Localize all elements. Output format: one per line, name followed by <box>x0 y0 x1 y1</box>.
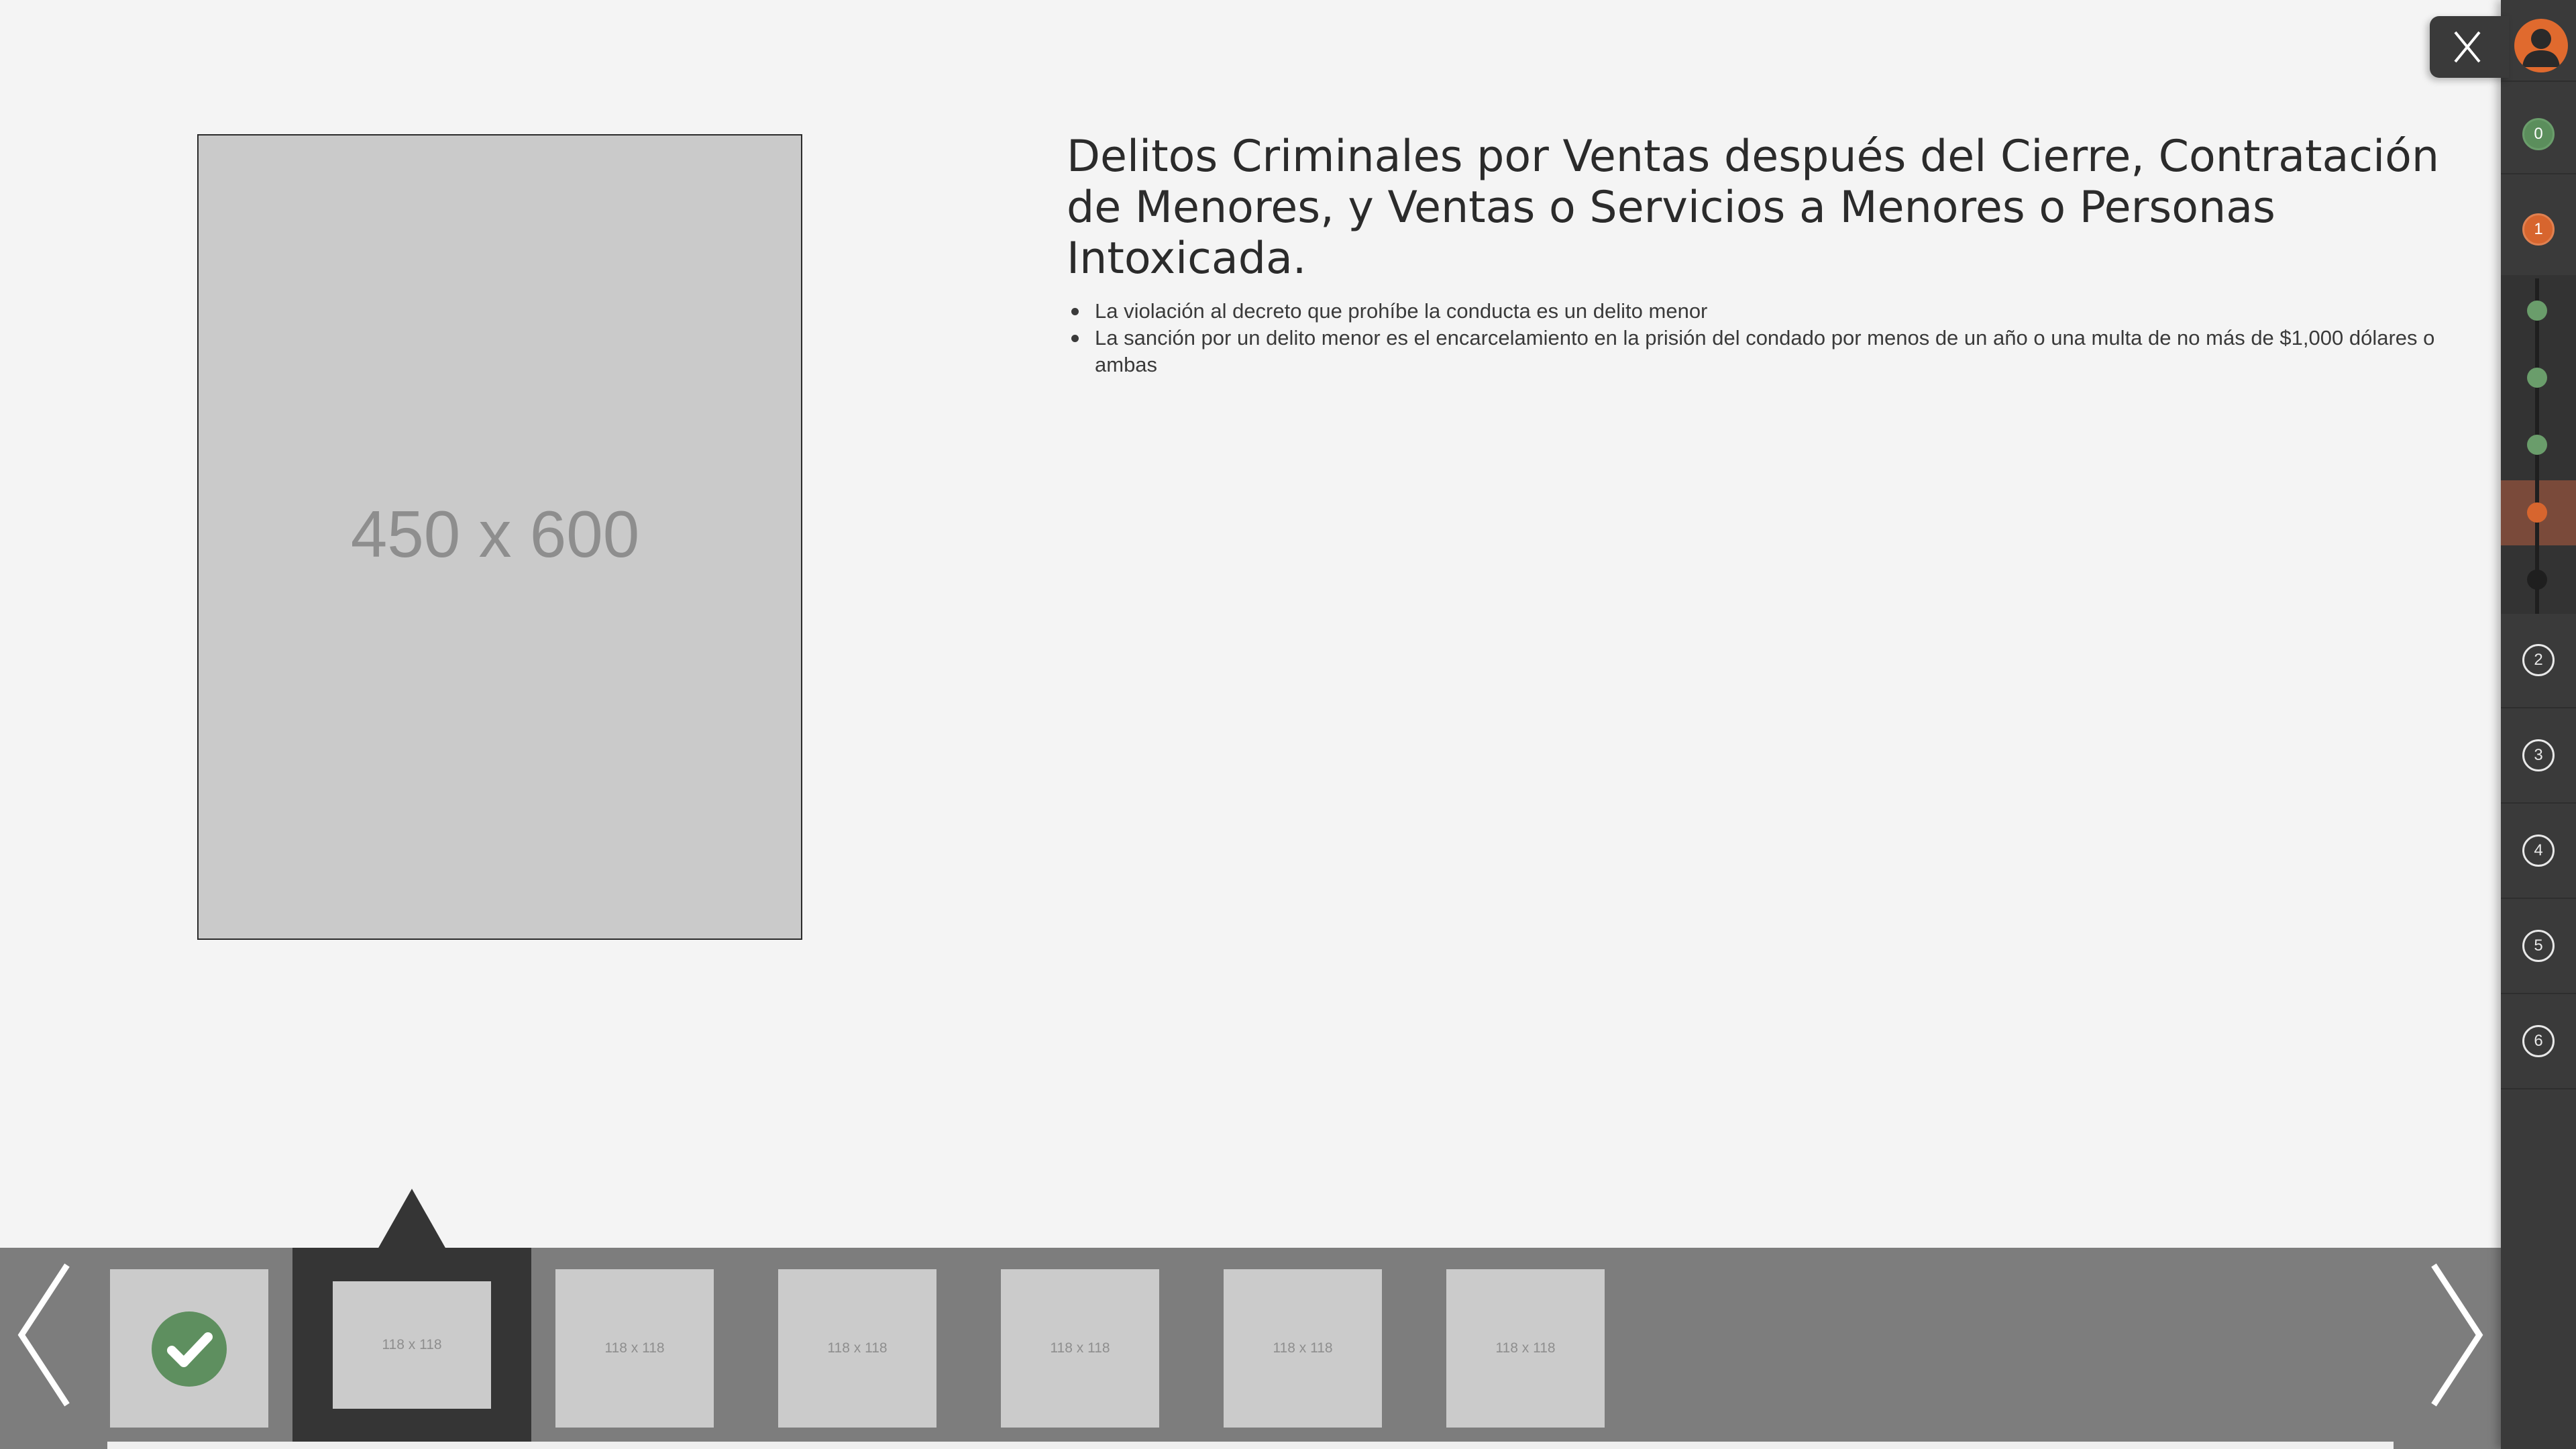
substep-dot-current[interactable] <box>2527 502 2547 523</box>
close-icon <box>2454 31 2481 63</box>
substep-dot-pending[interactable] <box>2527 570 2547 590</box>
thumbnail-active[interactable]: 118 x 118 <box>333 1281 491 1409</box>
checkmark-icon <box>152 1311 227 1387</box>
thumbnail[interactable]: 118 x 118 <box>1224 1269 1382 1428</box>
user-icon <box>2522 29 2560 67</box>
thumbnail-label: 118 x 118 <box>1495 1340 1556 1356</box>
chevron-right-icon <box>2431 1263 2483 1407</box>
step-5[interactable]: 5 <box>2522 930 2555 962</box>
thumbnail-label: 118 x 118 <box>604 1340 665 1356</box>
step-1[interactable]: 1 <box>2522 213 2555 246</box>
substep-dot-done[interactable] <box>2527 301 2547 321</box>
sidebar-divider <box>2501 707 2576 708</box>
step-2[interactable]: 2 <box>2522 644 2555 676</box>
main-image-placeholder: 450 x 600 <box>197 134 802 940</box>
step-4[interactable]: 4 <box>2522 835 2555 867</box>
sidebar-divider <box>2501 802 2576 804</box>
thumbnail-label: 118 x 118 <box>827 1340 888 1356</box>
progress-bar <box>107 1442 2394 1449</box>
step-6[interactable]: 6 <box>2522 1025 2555 1057</box>
thumbnail[interactable]: 118 x 118 <box>555 1269 714 1428</box>
active-pointer <box>378 1189 446 1249</box>
thumbnail[interactable]: 118 x 118 <box>778 1269 936 1428</box>
thumbnail-label: 118 x 118 <box>382 1337 442 1352</box>
bullet-list: La violación al decreto que prohíbe la c… <box>1067 298 2443 378</box>
next-button[interactable] <box>2426 1261 2486 1409</box>
user-avatar[interactable] <box>2514 19 2568 72</box>
bullet-item: La violación al decreto que prohíbe la c… <box>1071 298 2443 325</box>
thumbnail-label: 118 x 118 <box>1273 1340 1333 1356</box>
chevron-left-icon <box>17 1263 70 1407</box>
sidebar-divider <box>2501 993 2576 994</box>
sidebar-divider <box>2501 1088 2576 1089</box>
step-3[interactable]: 3 <box>2522 739 2555 771</box>
thumbnail-label: 118 x 118 <box>1050 1340 1110 1356</box>
page-title: Delitos Criminales por Ventas después de… <box>1067 131 2440 284</box>
main-image-label: 450 x 600 <box>350 497 640 571</box>
substep-dot-done[interactable] <box>2527 368 2547 388</box>
close-button[interactable]: X <box>2430 16 2509 78</box>
sidebar-divider <box>2501 173 2576 174</box>
thumbnail[interactable]: 118 x 118 <box>1446 1269 1605 1428</box>
substep-dot-done[interactable] <box>2527 435 2547 455</box>
sidebar-divider <box>2501 898 2576 899</box>
sidebar-divider <box>2501 80 2576 82</box>
step-0[interactable]: 0 <box>2522 118 2555 150</box>
previous-button[interactable] <box>15 1261 75 1409</box>
thumbnail[interactable]: 118 x 118 <box>1001 1269 1159 1428</box>
bullet-item: La sanción por un delito menor es el enc… <box>1071 325 2443 378</box>
